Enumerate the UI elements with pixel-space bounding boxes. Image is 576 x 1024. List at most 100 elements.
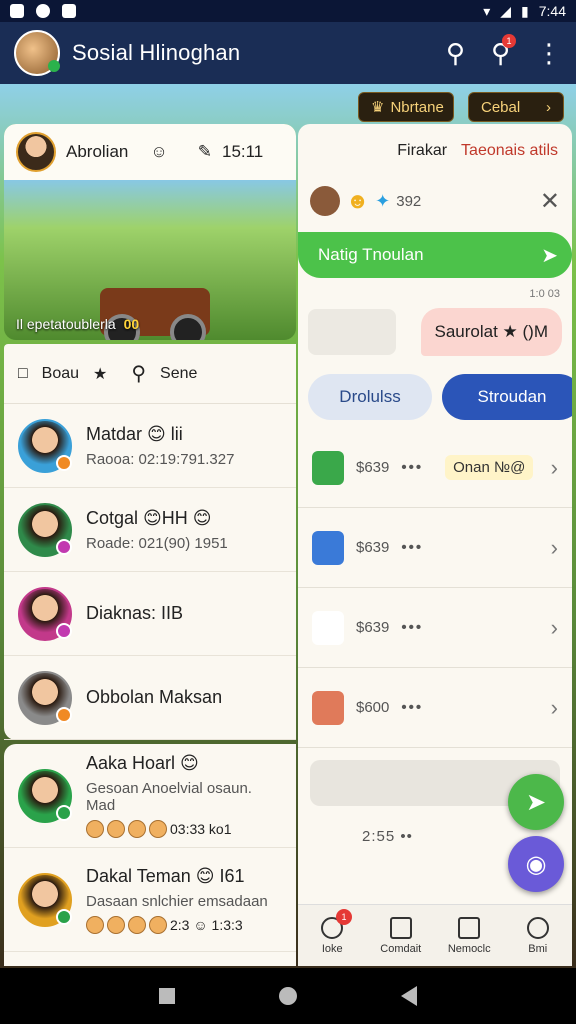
filter-icon[interactable]: □ [18,365,28,383]
app-title: Sosial Hlinoghan [72,40,241,65]
green-message[interactable]: Natig Tnoulan ➤ [298,232,572,278]
nav-tab-icon [526,916,549,939]
nav-tab[interactable]: Ioke 1 [298,905,367,966]
nav-tab[interactable]: Bmi [504,905,573,966]
feature-user-name: Abrolian [66,142,129,161]
status-bar: ▾ ◢ ▮ 7:44 [0,0,576,22]
list-item-text: Diaknas: IIB [86,603,183,624]
item-icon [312,530,344,565]
item-list: $639 ••• Onan №@ › $639 ••• › $639 ••• › $600 ••• › [298,428,572,748]
list-item[interactable]: $639 ••• Onan №@ › [298,428,572,508]
reaction-avatar-icon [86,820,104,838]
avatar[interactable] [18,768,72,823]
app-logo[interactable] [14,30,60,76]
contact-list: Matdar 😊 lii Raooa: 02:19:791.327 Cotgal 😊… [4,404,296,740]
feature-caption: Il epetatoublerla 00 [16,316,140,332]
more-dots-icon[interactable]: ••• [401,539,423,556]
list-item[interactable]: $639 ••• › [298,588,572,668]
list-item[interactable]: Matdar 😊 lii Raooa: 02:19:791.327 [4,404,296,488]
rocket-fab[interactable]: ➤ [508,774,564,830]
filter-label[interactable]: Boau [42,365,79,383]
message-icon[interactable]: ✎ [198,142,212,162]
search-label[interactable]: Sene [160,365,197,383]
more-dots-icon[interactable]: ••• [401,619,423,636]
chevron-right-icon[interactable]: › [551,535,558,561]
status-dot [56,622,72,639]
item-price: $639 [356,459,390,476]
contact-subtitle: Dasaan snlchier emsadaan [86,892,268,910]
contact-subtitle: Gesoan Anoelvial osaun. Mad [86,780,252,814]
list-item[interactable]: Dakal Teman 😊 I61 Dasaan snlchier emsadaa… [4,848,296,952]
nav-tab[interactable]: Nemoclc [435,905,504,966]
reactions-row: 2:3 ☺ 1:3:3 [86,915,268,934]
avatar[interactable] [18,502,72,557]
nav-tab-label: Ioke [321,942,343,955]
contact-name: Diaknas: IIB [86,603,184,623]
list-item[interactable]: $639 ••• › [298,508,572,588]
avatar[interactable] [18,872,72,927]
feature-card[interactable]: Abrolian ☺ ✎ 15:11 Il epetatoublerla 00 [4,124,296,340]
system-nav-bar [0,968,576,1024]
pill-left-button[interactable]: ♛ Nbrtane [358,92,454,122]
secondary-button[interactable]: Drolulss [308,374,432,420]
more-dots-icon[interactable]: ••• [401,459,423,476]
chat-header-link[interactable]: Taeonais atils [461,142,558,160]
feature-score: 00 [123,316,140,332]
list-item[interactable]: $600 ••• › [298,668,572,748]
search-icon[interactable]: ⚲ [131,361,146,386]
search-icon[interactable]: ⚲ [446,38,465,69]
close-icon[interactable]: ✕ [540,187,560,216]
more-dots-icon[interactable]: ••• [401,699,423,716]
list-item[interactable]: Obbolan Maksan [4,656,296,740]
back-button[interactable] [401,986,417,1006]
avatar[interactable] [18,418,72,473]
wifi-icon: ▾ [483,2,491,19]
avatar[interactable] [18,670,72,725]
crown-icon: ♛ [371,99,385,116]
chevron-right-icon[interactable]: › [551,695,558,721]
reaction-avatar-icon [86,915,104,934]
list-item[interactable]: Diaknas: IIB [4,572,296,656]
avatar[interactable] [18,586,72,641]
pink-message[interactable]: Saurolat ★ ()M [420,308,562,356]
refresh-icon [62,4,76,18]
contact-list-panel-2: Aaka Hoarl 😊 Gesoan Anoelvial osaun. Mad 0… [4,744,296,966]
bottom-nav: Ioke 1 Comdait Nemoclc Bmi [298,904,572,966]
home-button[interactable] [279,987,297,1005]
avatar[interactable] [16,132,56,172]
avatar[interactable] [310,186,340,216]
contact-name: Obbolan Maksan [86,687,223,707]
list-item[interactable]: Cotgal 😊HH 😊 Roade: 021(90) 1951 [4,488,296,572]
placeholder-bubble [308,309,396,355]
list-item[interactable]: Aaka Hoarl 😊 Gesoan Anoelvial osaun. Mad 0… [4,744,296,848]
rocket-icon: ➤ [525,788,547,816]
pill-right-button[interactable]: Cebal › [468,92,564,122]
list-item-text: Dakal Teman 😊 I61 Dasaan snlchier emsadaa… [86,866,268,934]
star-icon[interactable]: ★ [93,364,107,384]
list-toolbar: □ Boau ★ ⚲ Sene [4,344,296,404]
reaction-avatar-icon [128,915,146,934]
app-bar: Sosial Hlinoghan ⚲ ⚲ 1 ⋮ [0,22,576,84]
item-price: $639 [356,539,390,556]
status-dot [56,706,72,723]
chevron-right-icon[interactable]: › [551,455,558,481]
item-tag: Onan №@ [445,455,534,480]
chat-bubble-icon[interactable]: ☺ [150,142,167,162]
contact-name: Aaka Hoarl 😊 [86,753,199,773]
chat-header-name: Firakar [397,142,448,159]
list-item-text: Cotgal 😊HH 😊 Roade: 021(90) 1951 [86,508,228,552]
chevron-right-icon[interactable]: › [551,615,558,641]
recents-button[interactable] [159,988,175,1004]
emoji-icon: ☻ [346,188,370,213]
nav-tab-icon [458,916,481,939]
primary-button[interactable]: Stroudan [442,374,572,420]
notifications-button[interactable]: ⚲ 1 [491,33,516,69]
reaction-avatar-icon [128,820,146,838]
item-icon [312,450,344,485]
list-item-text: Matdar 😊 lii Raooa: 02:19:791.327 [86,424,234,468]
nav-tab[interactable]: Comdait [367,905,436,966]
location-fab[interactable]: ◉ [508,836,564,892]
send-icon[interactable]: ➤ [541,243,558,268]
notification-badge: 1 [502,33,516,48]
more-vert-icon[interactable]: ⋮ [536,38,562,69]
